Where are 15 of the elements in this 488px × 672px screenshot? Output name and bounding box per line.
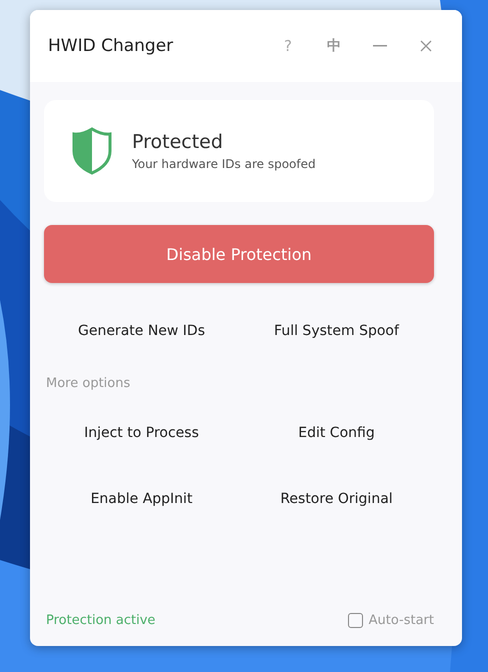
action-button[interactable]: Edit Config — [239, 415, 434, 451]
action-button[interactable]: Inject to Process — [44, 415, 239, 451]
status-subtitle: Your hardware IDs are spoofed — [132, 157, 316, 171]
minimize-icon — [373, 45, 387, 47]
action-button[interactable]: Restore Original — [239, 481, 434, 517]
auto-start-label: Auto-start — [368, 613, 434, 628]
section-label: More options — [45, 376, 132, 391]
action-button[interactable]: Generate New IDs — [44, 313, 239, 349]
action-button[interactable]: Enable AppInit — [44, 481, 239, 517]
window-title: HWID Changer — [48, 36, 174, 56]
close-icon — [420, 40, 432, 52]
status-text: Protection active — [46, 613, 156, 628]
action-button[interactable]: Full System Spoof — [239, 313, 434, 349]
status-title: Protected — [132, 131, 224, 153]
auto-start-checkbox[interactable] — [348, 613, 363, 628]
